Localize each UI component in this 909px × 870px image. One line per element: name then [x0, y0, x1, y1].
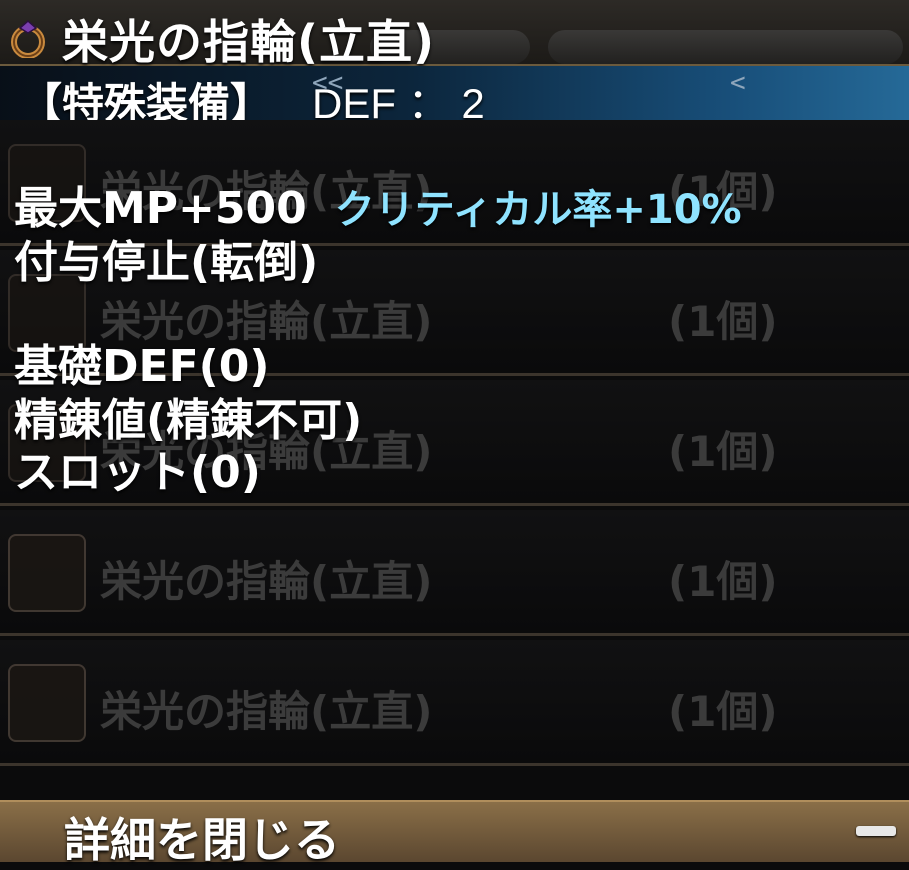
crit-rate-text: クリティカル率+10% [334, 187, 742, 233]
item-title: 栄光の指輪(立直) [62, 15, 436, 69]
list-item-qty: (1個) [668, 297, 778, 346]
background-tab [548, 30, 903, 64]
list-item-name: 栄光の指輪(立直) [100, 687, 433, 736]
list-item[interactable]: 栄光の指輪(立直) (1個) [0, 510, 909, 636]
minus-icon[interactable] [856, 826, 896, 836]
list-item-qty: (1個) [668, 557, 778, 606]
chevron-left-icon: < [730, 68, 746, 98]
detail-line-status: 付与停止(転倒) [14, 237, 319, 288]
ring-icon [8, 664, 86, 742]
list-item-qty: (1個) [668, 427, 778, 476]
ring-icon [11, 20, 45, 58]
list-item-name: 栄光の指輪(立直) [100, 557, 433, 606]
close-details-bar[interactable]: 詳細を閉じる [0, 800, 909, 867]
detail-line-slot: スロット(0) [14, 447, 261, 498]
list-item-qty: (1個) [668, 687, 778, 736]
list-item[interactable]: 栄光の指輪(立直) (1個) [0, 640, 909, 766]
close-details-button[interactable]: 詳細を閉じる [64, 804, 340, 870]
ring-icon [8, 534, 86, 612]
title-bar: 栄光の指輪(立直) [0, 0, 909, 69]
